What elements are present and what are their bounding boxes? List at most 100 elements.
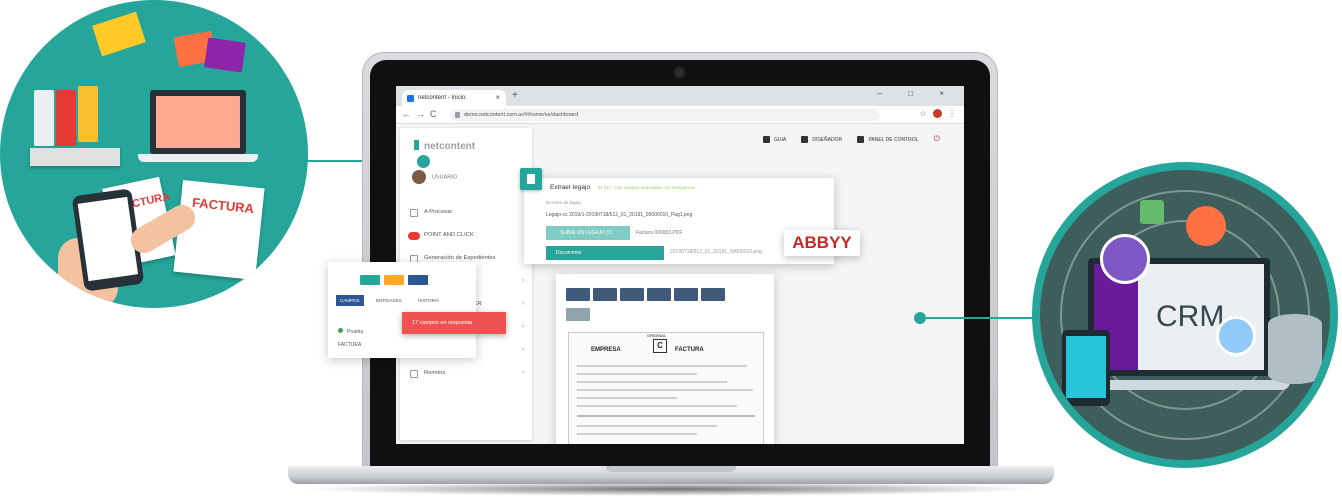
forward-arrow-icon[interactable]: → bbox=[416, 109, 425, 119]
guide-link[interactable]: GUIA bbox=[762, 136, 786, 144]
star-icon[interactable]: ☆ bbox=[919, 109, 926, 118]
top-nav: GUIA DISEÑADOR PANEL DE CONTROL ⏻ bbox=[749, 134, 940, 144]
badge-icon bbox=[408, 232, 420, 240]
close-tab-icon[interactable]: × bbox=[495, 93, 500, 102]
chevron-right-icon[interactable]: › bbox=[522, 321, 524, 334]
legajo-path: Legajo-cc 2019/1-20190718/512_01_20191_0… bbox=[546, 212, 693, 218]
action-button[interactable] bbox=[360, 275, 380, 285]
app-body: netcontent USUARIO A Procesar POINT AND C… bbox=[396, 124, 964, 444]
square-icon bbox=[410, 370, 418, 378]
settings-button[interactable] bbox=[566, 308, 590, 321]
sidebar-item-label: POINT AND CLICK bbox=[424, 232, 474, 238]
tab-campos[interactable]: CAMPOS bbox=[336, 295, 364, 306]
tablet-icon bbox=[1062, 330, 1110, 406]
user-female-icon bbox=[1100, 234, 1150, 284]
document-select[interactable]: Documento bbox=[546, 246, 664, 260]
document-icon bbox=[520, 168, 542, 190]
brand-mark-icon bbox=[414, 140, 419, 150]
image-button[interactable] bbox=[647, 288, 671, 301]
invoice-preview: ORIGINAL EMPRESA C FACTURA bbox=[568, 332, 764, 444]
address-bar: ← → C demo.netcontent.com.ar/#/home/es/d… bbox=[396, 106, 964, 124]
notification-toast[interactable]: 17 campos en respuesta bbox=[402, 312, 506, 334]
menu-dots-icon[interactable]: ⋮ bbox=[948, 109, 956, 118]
lock-icon bbox=[455, 112, 460, 118]
chevron-right-icon[interactable]: › bbox=[522, 367, 524, 380]
browser-window: netcontent - Inicio × + – □ × ← → C demo… bbox=[396, 86, 964, 444]
field-group-label: FACTURA bbox=[338, 342, 362, 348]
sidebar-item-label: Generación de Expedientes bbox=[424, 255, 496, 261]
crm-circle-illustration: CRM bbox=[1040, 170, 1330, 460]
fit-button[interactable] bbox=[701, 288, 725, 301]
address-actions: ☆ ⋮ bbox=[919, 109, 956, 119]
invoice-viewer: ORIGINAL EMPRESA C FACTURA bbox=[556, 274, 774, 444]
sidebar-item-label: Remitos bbox=[424, 370, 446, 376]
field-tree-item[interactable]: Prueba bbox=[338, 328, 363, 335]
laptop-shadow bbox=[300, 482, 1042, 496]
chat-icon bbox=[1140, 200, 1164, 224]
zoom-in-button[interactable] bbox=[566, 288, 590, 301]
fields-panel: CAMPOS ENTIDADES HISTORIA Prueba FACTURA bbox=[328, 262, 476, 358]
folder-icon bbox=[204, 37, 246, 73]
chevron-right-icon[interactable]: › bbox=[522, 344, 524, 357]
laptop-icon bbox=[138, 90, 258, 162]
connector-line bbox=[920, 317, 1046, 319]
avatar bbox=[412, 170, 426, 184]
new-tab-button[interactable]: + bbox=[512, 90, 518, 101]
sidebar-item-label: A Procesar bbox=[424, 209, 453, 215]
url-field[interactable]: demo.netcontent.com.ar/#/home/es/dashboa… bbox=[450, 109, 880, 121]
connector-dot bbox=[914, 312, 926, 324]
binder-icon bbox=[78, 86, 98, 142]
paper-stack bbox=[30, 148, 120, 166]
back-arrow-icon[interactable]: ← bbox=[402, 109, 411, 119]
pin-button[interactable] bbox=[674, 288, 698, 301]
window-controls[interactable]: – □ × bbox=[878, 89, 956, 98]
control-panel-link[interactable]: PANEL DE CONTROL bbox=[857, 136, 918, 144]
tab-entidades[interactable]: ENTIDADES bbox=[376, 298, 402, 303]
panel-title: Extraer legajo bbox=[550, 184, 591, 191]
profile-avatar-icon[interactable] bbox=[932, 109, 942, 119]
tab-historia[interactable]: HISTORIA bbox=[418, 298, 439, 303]
link-icon bbox=[1186, 206, 1226, 246]
square-icon bbox=[410, 209, 418, 217]
connector-dot bbox=[417, 155, 430, 168]
selected-file: 20190718/512_01_20191_00000010.png bbox=[670, 249, 762, 255]
chevron-right-icon[interactable]: › bbox=[522, 298, 524, 311]
brand-logo[interactable]: netcontent bbox=[414, 140, 475, 152]
sidebar-item[interactable]: POINT AND CLICK bbox=[408, 229, 530, 252]
browser-tab[interactable]: netcontent - Inicio × bbox=[402, 90, 506, 106]
tab-title: netcontent - Inicio bbox=[418, 95, 466, 101]
designer-link[interactable]: DISEÑADOR bbox=[801, 136, 842, 144]
binder-icon bbox=[34, 90, 54, 146]
chevron-right-icon[interactable]: › bbox=[522, 275, 524, 288]
dashboard-icon bbox=[857, 136, 865, 144]
tab-bar: netcontent - Inicio × + – □ × bbox=[396, 86, 964, 106]
upload-button[interactable]: SUBIR UN LEGAJO (1) bbox=[546, 226, 630, 240]
field-label: Nombre de legajo bbox=[546, 200, 582, 205]
fields-actions bbox=[360, 272, 432, 290]
user-profile[interactable]: USUARIO bbox=[412, 170, 457, 184]
action-button[interactable] bbox=[384, 275, 404, 285]
brand-name: netcontent bbox=[424, 141, 476, 152]
favicon-icon bbox=[407, 95, 414, 102]
power-icon[interactable]: ⏻ bbox=[934, 134, 940, 143]
action-button[interactable] bbox=[408, 275, 428, 285]
edit-button[interactable] bbox=[620, 288, 644, 301]
sitemap-icon bbox=[801, 136, 809, 144]
invoice-company: EMPRESA bbox=[591, 347, 621, 353]
abbyy-logo: ABBYY bbox=[784, 230, 860, 256]
database-icon bbox=[1268, 314, 1322, 384]
user-male-icon bbox=[1216, 316, 1256, 356]
laptop-base bbox=[288, 466, 1054, 484]
zoom-out-button[interactable] bbox=[593, 288, 617, 301]
sidebar-item[interactable]: A Procesar bbox=[408, 206, 530, 229]
hero-illustration: FACTURA FACTURA netcontent - Inicio × + … bbox=[0, 0, 1342, 502]
envelope-icon bbox=[92, 11, 146, 57]
sidebar-item[interactable]: Remitos › bbox=[408, 367, 530, 390]
binder-icon bbox=[56, 90, 76, 146]
reload-icon[interactable]: C bbox=[430, 109, 437, 119]
user-name: USUARIO bbox=[432, 174, 458, 181]
viewer-toolbar bbox=[566, 288, 728, 306]
crm-label: CRM bbox=[1156, 300, 1225, 333]
documents-circle-illustration: FACTURA FACTURA bbox=[0, 0, 308, 308]
invoice-letter: C bbox=[653, 339, 667, 353]
